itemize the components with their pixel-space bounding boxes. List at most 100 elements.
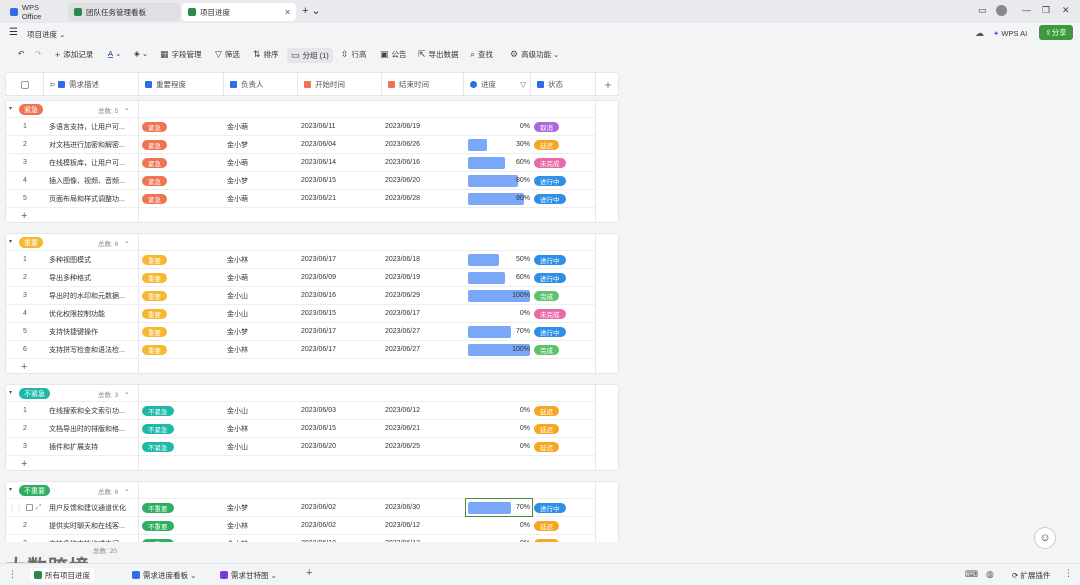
start-date-cell[interactable]: 2023/06/09 (301, 269, 381, 286)
row-index-cell[interactable]: 4 (6, 172, 44, 189)
globe-icon[interactable]: ◍ (986, 569, 994, 580)
table-row[interactable]: 3 支持多种文档格式之间... 不重要 金小林 2023/06/10 2023/06/12… (6, 535, 596, 542)
status-cell[interactable]: 延迟 (534, 402, 596, 419)
new-tab-button[interactable]: + ⌄ (302, 4, 321, 17)
minimize-icon[interactable]: — (1022, 5, 1031, 15)
owner-cell[interactable]: 金小林 (227, 251, 297, 268)
keyboard-icon[interactable]: ⌨ (965, 569, 978, 580)
filter-icon[interactable]: ▽ (520, 80, 526, 89)
progress-cell[interactable]: 30% (466, 136, 532, 153)
advanced-button[interactable]: ⚙ 高级功能 ⌄ (510, 49, 559, 60)
status-cell[interactable]: 取消 (534, 118, 596, 135)
table-row[interactable]: 4 插入图像、视频、音频... 紧急 金小梦 2023/06/15 2023/06/20 8… (6, 172, 596, 190)
filter-button[interactable]: ▽ 筛选 (215, 49, 240, 60)
table-row[interactable]: 5 支持快捷键操作 重要 金小梦 2023/06/17 2023/06/27 70% 进行中 (6, 323, 596, 341)
row-index-cell[interactable]: 2 (6, 136, 44, 153)
tab-project-progress[interactable]: 项目进度 ✕ (182, 3, 296, 21)
importance-cell[interactable]: 重要 (142, 323, 222, 340)
group-header[interactable]: ▾ 不紧急 总数: 3 ⌄ (6, 385, 596, 402)
importance-cell[interactable]: 重要 (142, 287, 222, 304)
field-manage-button[interactable]: ▦ 字段管理 (160, 49, 202, 60)
status-cell[interactable]: 进行中 (534, 172, 596, 189)
sheet-list-icon[interactable]: ⋮ (8, 569, 17, 580)
progress-cell[interactable]: 0% (466, 517, 532, 534)
importance-cell[interactable]: 不重要 (142, 517, 222, 534)
doc-title-menu[interactable]: 项目进度 ⌄ (27, 29, 65, 40)
row-index-cell[interactable]: 2 (6, 420, 44, 437)
status-cell[interactable]: 延迟 (534, 136, 596, 153)
end-date-cell[interactable]: 2023/06/28 (385, 190, 465, 207)
row-index-cell[interactable]: ⋮⋮ ⤢ (6, 499, 44, 516)
desc-cell[interactable]: 导出多种格式 (49, 269, 137, 286)
progress-cell[interactable]: 60% (466, 269, 532, 286)
chevron-down-icon[interactable]: ⌄ (124, 237, 130, 245)
assistant-avatar-icon[interactable]: ☺ (1034, 527, 1056, 549)
desc-cell[interactable]: 支持快捷键操作 (49, 323, 137, 340)
table-row[interactable]: 1 在线搜索和全文索引功... 不紧急 金小山 2023/06/03 2023/06/12… (6, 402, 596, 420)
importance-cell[interactable]: 重要 (142, 269, 222, 286)
end-date-cell[interactable]: 2023/06/12 (385, 517, 465, 534)
column-header-desc[interactable]: Þ 需求描述 (44, 73, 139, 96)
progress-cell[interactable]: 0% (466, 438, 532, 455)
desc-cell[interactable]: 支持多种文档格式之间... (49, 535, 137, 543)
progress-cell[interactable]: 80% (466, 172, 532, 189)
end-date-cell[interactable]: 2023/06/19 (385, 269, 465, 286)
desc-cell[interactable]: 对文档进行加密和解密... (49, 136, 137, 153)
start-date-cell[interactable]: 2023/06/03 (301, 402, 381, 419)
table-row[interactable]: 6 支持拼写检查和语法检... 重要 金小林 2023/06/17 2023/06/27 1… (6, 341, 596, 359)
importance-cell[interactable]: 紧急 (142, 136, 222, 153)
status-cell[interactable]: 进行中 (534, 499, 596, 516)
owner-cell[interactable]: 金小萌 (227, 118, 297, 135)
end-date-cell[interactable]: 2023/06/16 (385, 154, 465, 171)
desc-cell[interactable]: 文档导出时的排版和格... (49, 420, 137, 437)
owner-cell[interactable]: 金小山 (227, 438, 297, 455)
table-row[interactable]: 2 文档导出时的排版和格... 不紧急 金小林 2023/06/15 2023/06/21… (6, 420, 596, 438)
share-button[interactable]: ⇪ 分享 (1039, 25, 1073, 40)
chevron-down-icon[interactable]: ⌄ (124, 485, 130, 493)
expand-icon[interactable]: ⤢ (36, 504, 42, 512)
close-icon[interactable]: ✕ (284, 8, 291, 17)
table-row[interactable]: 3 插件和扩展支持 不紧急 金小山 2023/06/20 2023/06/25 0% 延迟 (6, 438, 596, 456)
owner-cell[interactable]: 金小林 (227, 420, 297, 437)
desc-cell[interactable]: 导出时的水印和元数据... (49, 287, 137, 304)
chevron-down-icon[interactable]: ⌄ (124, 388, 130, 396)
progress-cell[interactable]: 100% (466, 287, 532, 304)
tab-team-board[interactable]: 团队任务管理看板 (68, 3, 180, 21)
start-date-cell[interactable]: 2023/06/15 (301, 420, 381, 437)
owner-cell[interactable]: 金小梦 (227, 172, 297, 189)
owner-cell[interactable]: 金小梦 (227, 499, 297, 516)
status-cell[interactable]: 延迟 (534, 517, 596, 534)
desc-cell[interactable]: 多种视图模式 (49, 251, 137, 268)
row-index-cell[interactable]: 3 (6, 438, 44, 455)
add-sheet-button[interactable]: + (306, 567, 312, 579)
importance-cell[interactable]: 不紧急 (142, 420, 222, 437)
status-cell[interactable]: 延迟 (534, 535, 596, 542)
window-layout-icon[interactable]: ▭ (978, 5, 987, 16)
start-date-cell[interactable]: 2023/06/17 (301, 341, 381, 358)
progress-cell[interactable]: 100% (466, 341, 532, 358)
owner-cell[interactable]: 金小林 (227, 517, 297, 534)
desc-cell[interactable]: 在线搜索和全文索引功... (49, 402, 137, 419)
start-date-cell[interactable]: 2023/06/11 (301, 118, 381, 135)
status-cell[interactable]: 进行中 (534, 251, 596, 268)
importance-cell[interactable]: 不重要 (142, 535, 222, 542)
owner-cell[interactable]: 金小萌 (227, 269, 297, 286)
collapse-caret-icon[interactable]: ▾ (9, 486, 12, 493)
group-button[interactable]: ▭ 分组 (1) (287, 48, 333, 63)
end-date-cell[interactable]: 2023/06/27 (385, 341, 465, 358)
end-date-cell[interactable]: 2023/06/29 (385, 287, 465, 304)
chevron-down-icon[interactable]: ⌄ (124, 104, 130, 112)
sheet-tab-all-progress[interactable]: 所有项目进度 (30, 568, 94, 582)
progress-cell[interactable]: 0% (466, 305, 532, 322)
progress-cell[interactable]: 0% (466, 402, 532, 419)
desc-cell[interactable]: 优化权限控制功能 (49, 305, 137, 322)
owner-cell[interactable]: 金小梦 (227, 136, 297, 153)
group-header[interactable]: ▾ 不重要 总数: 6 ⌄ (6, 482, 596, 499)
notice-button[interactable]: ▣ 公告 (380, 49, 407, 60)
row-checkbox[interactable] (25, 504, 33, 511)
row-index-cell[interactable]: 5 (6, 190, 44, 207)
collapse-caret-icon[interactable]: ▾ (9, 389, 12, 396)
drag-handle-icon[interactable]: ⋮⋮ (9, 504, 23, 512)
start-date-cell[interactable]: 2023/06/04 (301, 136, 381, 153)
row-index-cell[interactable]: 4 (6, 305, 44, 322)
